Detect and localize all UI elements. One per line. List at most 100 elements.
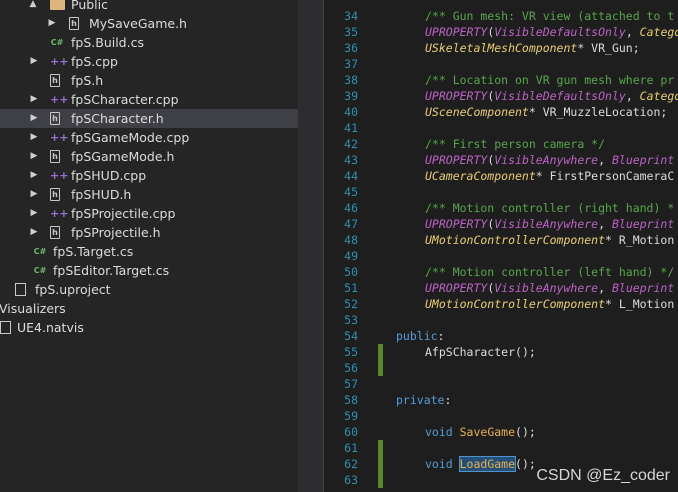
line-number: 43 bbox=[344, 153, 358, 167]
code-line[interactable]: /** Motion controller (left hand) */ bbox=[425, 264, 674, 280]
line-number: 62 bbox=[344, 457, 358, 471]
line-number: 51 bbox=[344, 281, 358, 295]
expand-arrow-icon[interactable]: ▶ bbox=[46, 14, 58, 33]
tree-item[interactable]: C# fpS.Target.cs bbox=[0, 242, 298, 261]
expand-arrow-icon[interactable]: ▶ bbox=[28, 147, 40, 166]
tree-item[interactable]: ▶ ++ fpSCharacter.cpp bbox=[0, 90, 298, 109]
csharp-file-icon: C# bbox=[33, 247, 47, 256]
code-token: : bbox=[444, 393, 452, 407]
code-line[interactable]: /** First person camera */ bbox=[425, 136, 605, 152]
code-token: UPROPERTY bbox=[425, 25, 488, 39]
header-file-icon: h bbox=[50, 74, 60, 87]
line-number: 46 bbox=[344, 201, 358, 215]
expand-arrow-icon[interactable]: ▶ bbox=[28, 128, 40, 147]
code-line[interactable]: UPROPERTY(VisibleAnywhere, Blueprint bbox=[425, 152, 674, 168]
code-editor[interactable]: 34 /** Gun mesh: VR view (attached to t 35… bbox=[324, 0, 678, 492]
code-line[interactable]: private: bbox=[396, 392, 451, 408]
tree-item[interactable]: ▶ ++ fpS.cpp bbox=[0, 52, 298, 71]
tree-item-label: fpS.cpp bbox=[71, 54, 118, 69]
code-line[interactable]: public: bbox=[396, 328, 444, 344]
code-token: VisibleAnywhere bbox=[494, 281, 599, 295]
code-line[interactable]: USceneComponent* VR_MuzzleLocation; bbox=[425, 104, 667, 120]
solution-explorer: ▲ Public ▶ h MySaveGame.h C# fpS.Build.cs ▶ ++ fp… bbox=[0, 0, 298, 492]
tree-item[interactable]: ▶ ++ fpSHUD.cpp bbox=[0, 166, 298, 185]
expand-arrow-icon[interactable]: ▶ bbox=[28, 109, 40, 128]
line-number: 48 bbox=[344, 233, 358, 247]
line-number: 40 bbox=[344, 105, 358, 119]
header-file-icon: h bbox=[69, 17, 79, 30]
expand-arrow-icon[interactable]: ▶ bbox=[28, 204, 40, 223]
code-token: * FirstPersonCameraC bbox=[535, 169, 675, 183]
expand-arrow-icon[interactable]: ▶ bbox=[28, 90, 40, 109]
collapse-arrow-icon[interactable]: ▲ bbox=[27, 0, 39, 14]
header-file-icon: h bbox=[50, 226, 60, 239]
tree-item[interactable]: ▶ h fpSGameMode.h bbox=[0, 147, 298, 166]
code-line[interactable]: /** Gun mesh: VR view (attached to t bbox=[425, 8, 674, 24]
code-token: private bbox=[396, 393, 445, 407]
code-token: LoadGame bbox=[458, 456, 517, 472]
line-number: 42 bbox=[344, 137, 358, 151]
line-number: 49 bbox=[344, 249, 358, 263]
code-line[interactable]: UMotionControllerComponent* R_Motion bbox=[425, 232, 674, 248]
tree-item[interactable]: ▶ ++ fpSGameMode.cpp bbox=[0, 128, 298, 147]
code-line[interactable]: UPROPERTY(VisibleAnywhere, Blueprint bbox=[425, 280, 674, 296]
watermark: CSDN @Ez_coder bbox=[536, 467, 670, 484]
header-file-icon: h bbox=[50, 112, 60, 125]
cpp-file-icon: ++ bbox=[50, 169, 69, 182]
expand-arrow-icon[interactable]: ▶ bbox=[28, 166, 40, 185]
change-indicator bbox=[378, 440, 383, 488]
tree-item[interactable]: C# fpS.Build.cs bbox=[0, 33, 298, 52]
tree-item[interactable]: UE4.natvis bbox=[0, 318, 298, 337]
tree-item-label: fpSHUD.h bbox=[71, 187, 132, 202]
code-token: /** Motion controller (left hand) */ bbox=[425, 265, 675, 279]
code-token: , bbox=[625, 25, 640, 39]
tree-item[interactable]: fpS.uproject bbox=[0, 280, 298, 299]
code-token: * R_Motion bbox=[605, 233, 675, 247]
line-number: 38 bbox=[344, 73, 358, 87]
code-token: /** First person camera */ bbox=[425, 137, 606, 151]
tree-item[interactable]: Visualizers bbox=[0, 299, 298, 318]
code-line[interactable]: void LoadGame(); bbox=[425, 456, 536, 472]
code-token: UPROPERTY bbox=[425, 89, 488, 103]
code-token: (); bbox=[515, 425, 536, 439]
code-line[interactable]: USkeletalMeshComponent* VR_Gun; bbox=[425, 40, 640, 56]
tree-item[interactable]: C# fpSEditor.Target.cs bbox=[0, 261, 298, 280]
tree-item-label: fpSCharacter.cpp bbox=[71, 92, 179, 107]
tree-item-label: Public bbox=[71, 0, 108, 12]
code-line[interactable]: /** Location on VR gun mesh where pr bbox=[425, 72, 674, 88]
code-line[interactable]: UPROPERTY(VisibleAnywhere, Blueprint bbox=[425, 216, 674, 232]
code-line[interactable]: UMotionControllerComponent* L_Motion bbox=[425, 296, 674, 312]
tree-item[interactable]: ▲ Public bbox=[0, 0, 298, 14]
tree-item[interactable]: ▶ h MySaveGame.h bbox=[0, 14, 298, 33]
tree-item[interactable]: ▶ h fpSCharacter.h bbox=[0, 109, 298, 128]
tree-item[interactable]: ▶ h fpSProjectile.h bbox=[0, 223, 298, 242]
tree-item-label: fpS.uproject bbox=[35, 282, 111, 297]
code-line[interactable]: AfpSCharacter(); bbox=[425, 344, 536, 360]
header-file-icon: h bbox=[50, 150, 60, 163]
expand-arrow-icon[interactable]: ▶ bbox=[28, 52, 40, 71]
expand-arrow-icon[interactable]: ▶ bbox=[28, 185, 40, 204]
code-line[interactable]: /** Motion controller (right hand) * bbox=[425, 200, 674, 216]
expand-arrow-icon[interactable]: ▶ bbox=[28, 223, 40, 242]
tree-item[interactable]: ▶ h fpSHUD.h bbox=[0, 185, 298, 204]
panel-splitter[interactable] bbox=[298, 0, 324, 492]
code-token: , bbox=[598, 217, 612, 231]
code-line[interactable]: UPROPERTY(VisibleDefaultsOnly, Catego bbox=[425, 88, 678, 104]
tree-item-label: fpS.Target.cs bbox=[53, 244, 134, 259]
code-token: /** Location on VR gun mesh where pr bbox=[425, 73, 675, 87]
folder-icon bbox=[50, 0, 65, 10]
tree-item[interactable]: h fpS.h bbox=[0, 71, 298, 90]
line-number: 54 bbox=[344, 329, 358, 343]
code-token: , bbox=[598, 281, 612, 295]
tree-item[interactable]: ▶ ++ fpSProjectile.cpp bbox=[0, 204, 298, 223]
code-token: USceneComponent bbox=[425, 105, 529, 119]
csharp-file-icon: C# bbox=[33, 266, 47, 275]
line-number: 57 bbox=[344, 377, 358, 391]
line-number: 39 bbox=[344, 89, 358, 103]
code-token: UMotionControllerComponent bbox=[425, 233, 606, 247]
code-token: USkeletalMeshComponent bbox=[425, 41, 578, 55]
code-line[interactable]: void SaveGame(); bbox=[425, 424, 536, 440]
tree-item-label: fpSHUD.cpp bbox=[71, 168, 147, 183]
code-line[interactable]: UPROPERTY(VisibleDefaultsOnly, Catego bbox=[425, 24, 678, 40]
code-line[interactable]: UCameraComponent* FirstPersonCameraC bbox=[425, 168, 674, 184]
